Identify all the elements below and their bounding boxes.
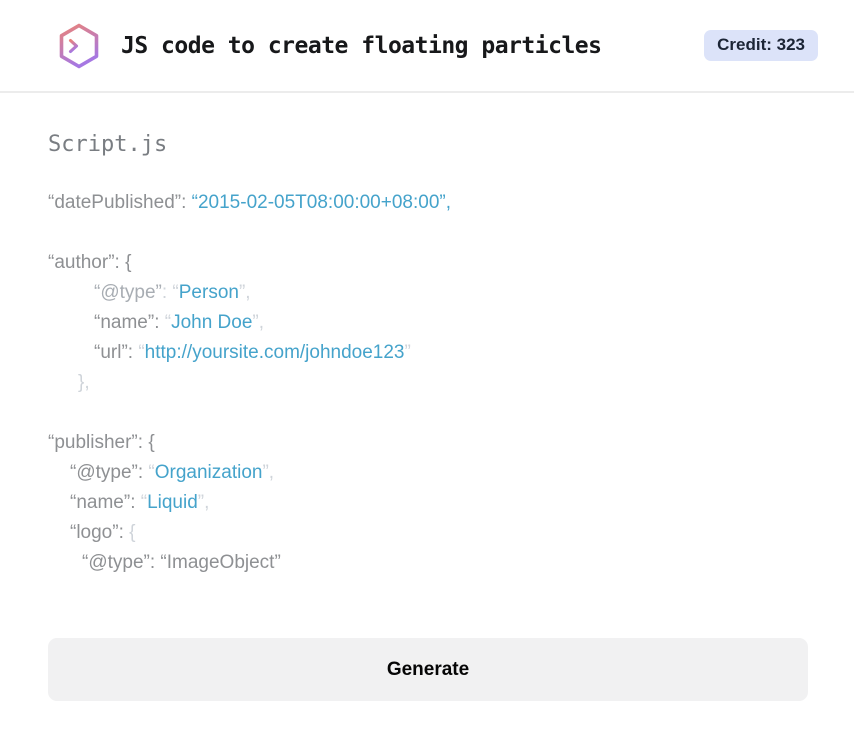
page-title: JS code to create floating particles	[121, 32, 602, 59]
code-segment: ”,	[238, 282, 251, 303]
code-segment: “url”	[94, 342, 128, 363]
code-segment: ”	[404, 342, 411, 363]
code-segment: “2015-02-05T08:00:00+08:00”,	[191, 192, 451, 213]
main-content: Script.js “datePublished”: “2015-02-05T0…	[0, 133, 854, 701]
code-line: “datePublished”: “2015-02-05T08:00:00+08…	[48, 188, 808, 218]
code-line: “publisher”: {	[48, 428, 808, 458]
code-line: },	[48, 368, 808, 398]
code-segment: ”,	[252, 312, 265, 333]
code-segment: “name”	[70, 492, 131, 513]
code-segment: :	[137, 462, 149, 483]
code-segment: {	[129, 522, 136, 543]
code-segment: ”,	[262, 462, 275, 483]
code-segment: http://yoursite.com/johndoe123	[144, 342, 405, 363]
code-segment: “@type”	[70, 462, 138, 483]
code-line: “logo”: {	[48, 518, 808, 548]
code-segment: ”,	[197, 492, 210, 513]
code-line: “@type”: “Person”,	[48, 278, 808, 308]
code-segment: “publisher”: {	[48, 432, 155, 453]
code-line: “@type”: “ImageObject”	[48, 548, 808, 578]
code-line: “author”: {	[48, 248, 808, 278]
code-segment: Liquid	[147, 492, 198, 513]
code-segment: Person	[178, 282, 239, 303]
code-block: “datePublished”: “2015-02-05T08:00:00+08…	[48, 188, 808, 578]
credit-badge: Credit: 323	[704, 30, 818, 61]
code-segment: “author”: {	[48, 252, 132, 273]
code-segment: :	[161, 282, 173, 303]
code-segment: Organization	[154, 462, 263, 483]
app-window: JS code to create floating particles Cre…	[0, 0, 854, 748]
code-segment: John Doe	[171, 312, 253, 333]
generate-button[interactable]: Generate	[48, 638, 808, 701]
code-line: “@type”: “Organization”,	[48, 458, 808, 488]
code-segment: :	[154, 312, 165, 333]
code-segment: “datePublished”:	[48, 192, 192, 213]
header: JS code to create floating particles Cre…	[0, 0, 854, 93]
code-segment: “name”	[94, 312, 155, 333]
code-segment: “@type”	[94, 282, 162, 303]
terminal-prompt-hexagon-icon	[59, 23, 99, 68]
code-line: “name”: “John Doe”,	[48, 308, 808, 338]
code-segment: :	[130, 492, 141, 513]
code-segment: :	[118, 522, 130, 543]
code-line: “url”: “http://yoursite.com/johndoe123”	[48, 338, 808, 368]
code-segment: :	[127, 342, 139, 363]
code-segment: },	[78, 372, 90, 393]
code-segment: “@type”: “ImageObject”	[82, 552, 281, 573]
code-segment: “logo”	[70, 522, 119, 543]
script-filename: Script.js	[48, 132, 168, 157]
code-line: “name”: “Liquid”,	[48, 488, 808, 518]
